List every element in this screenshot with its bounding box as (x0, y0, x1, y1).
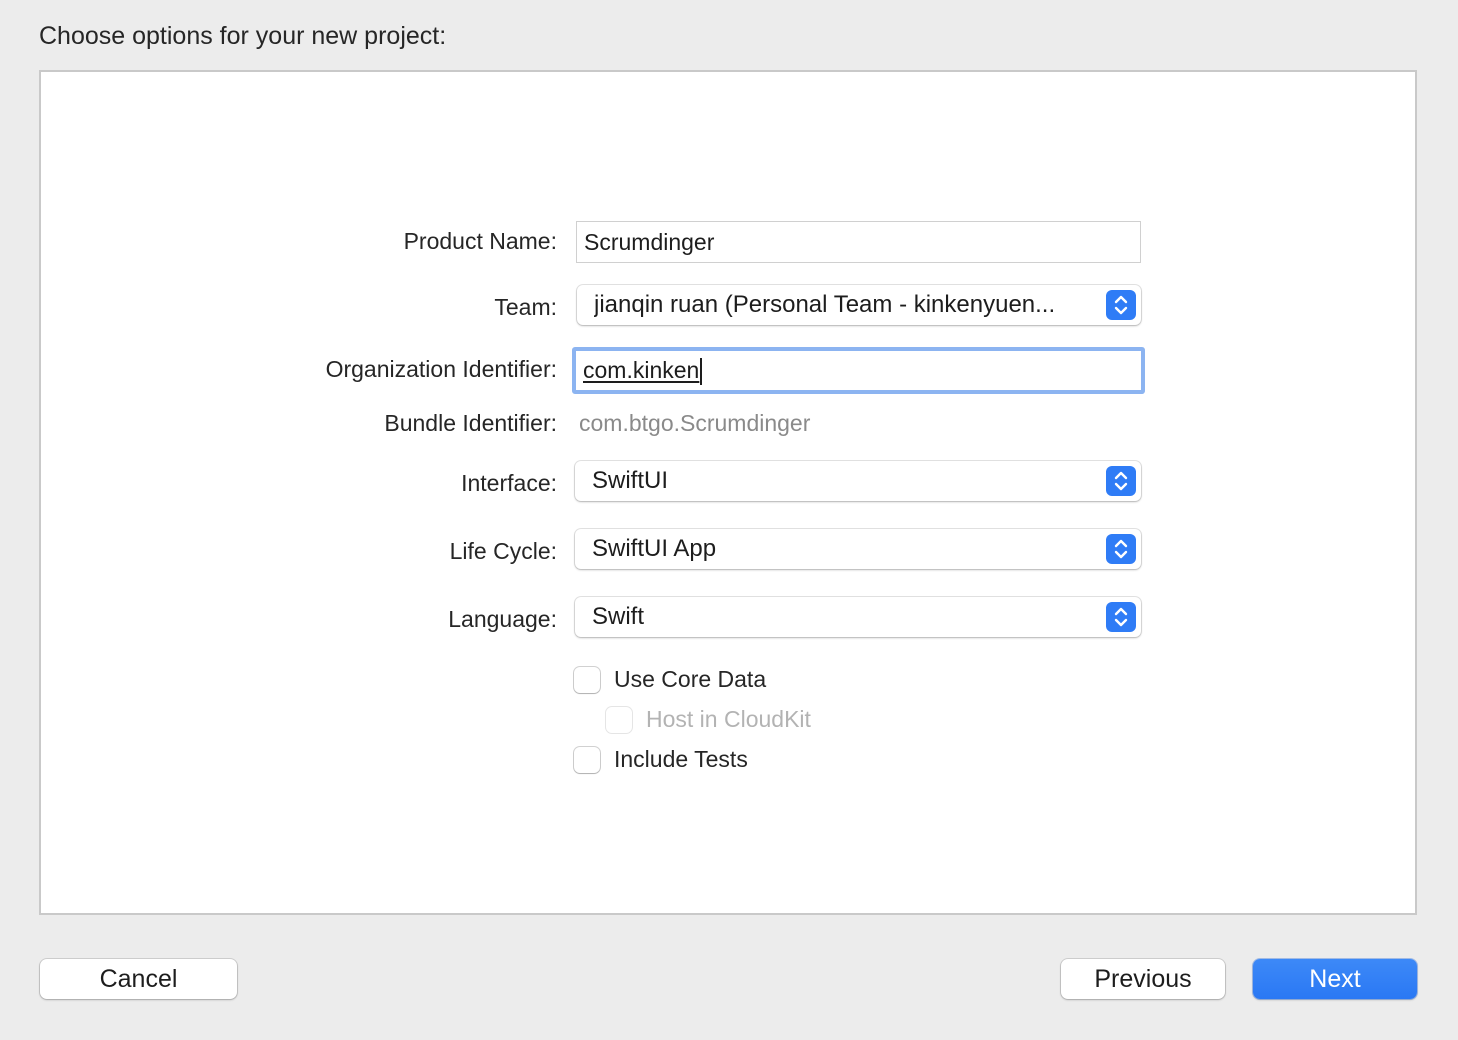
new-project-dialog: Choose options for your new project: Pro… (0, 0, 1458, 1040)
language-popup[interactable]: Swift (575, 597, 1141, 637)
product-name-value: Scrumdinger (584, 229, 715, 255)
host-in-cloudkit-label: Host in CloudKit (646, 706, 811, 732)
text-caret (700, 358, 703, 386)
team-value: jianqin ruan (Personal Team - kinkenyuen… (594, 291, 1056, 318)
use-core-data-label: Use Core Data (614, 666, 767, 692)
life-cycle-value: SwiftUI App (592, 535, 717, 562)
language-label: Language: (448, 606, 557, 632)
team-label: Team: (494, 294, 557, 320)
use-core-data-checkbox[interactable] (574, 667, 600, 693)
interface-label: Interface: (461, 470, 557, 496)
product-name-field[interactable]: Scrumdinger (576, 221, 1141, 263)
dialog-heading: Choose options for your new project: (39, 22, 447, 50)
organization-identifier-value: com.kinken (583, 357, 700, 383)
include-tests-label: Include Tests (614, 746, 748, 772)
product-name-label: Product Name: (403, 228, 557, 254)
life-cycle-label: Life Cycle: (449, 538, 557, 564)
organization-identifier-field[interactable]: com.kinken (572, 347, 1145, 394)
bundle-identifier-value: com.btgo.Scrumdinger (579, 410, 811, 436)
chevron-up-down-icon (1106, 466, 1136, 496)
language-value: Swift (592, 603, 645, 630)
chevron-up-down-icon (1106, 534, 1136, 564)
cancel-button[interactable]: Cancel (40, 959, 237, 999)
team-popup[interactable]: jianqin ruan (Personal Team - kinkenyuen… (577, 285, 1141, 325)
life-cycle-popup[interactable]: SwiftUI App (575, 529, 1141, 569)
chevron-up-down-icon (1106, 602, 1136, 632)
chevron-up-down-icon (1106, 290, 1136, 320)
interface-value: SwiftUI (592, 467, 669, 494)
bundle-identifier-label: Bundle Identifier: (384, 410, 557, 436)
host-in-cloudkit-checkbox (606, 707, 632, 733)
interface-popup[interactable]: SwiftUI (575, 461, 1141, 501)
previous-button[interactable]: Previous (1061, 959, 1225, 999)
next-button[interactable]: Next (1253, 959, 1417, 999)
organization-identifier-label: Organization Identifier: (325, 356, 557, 382)
include-tests-checkbox[interactable] (574, 747, 600, 773)
